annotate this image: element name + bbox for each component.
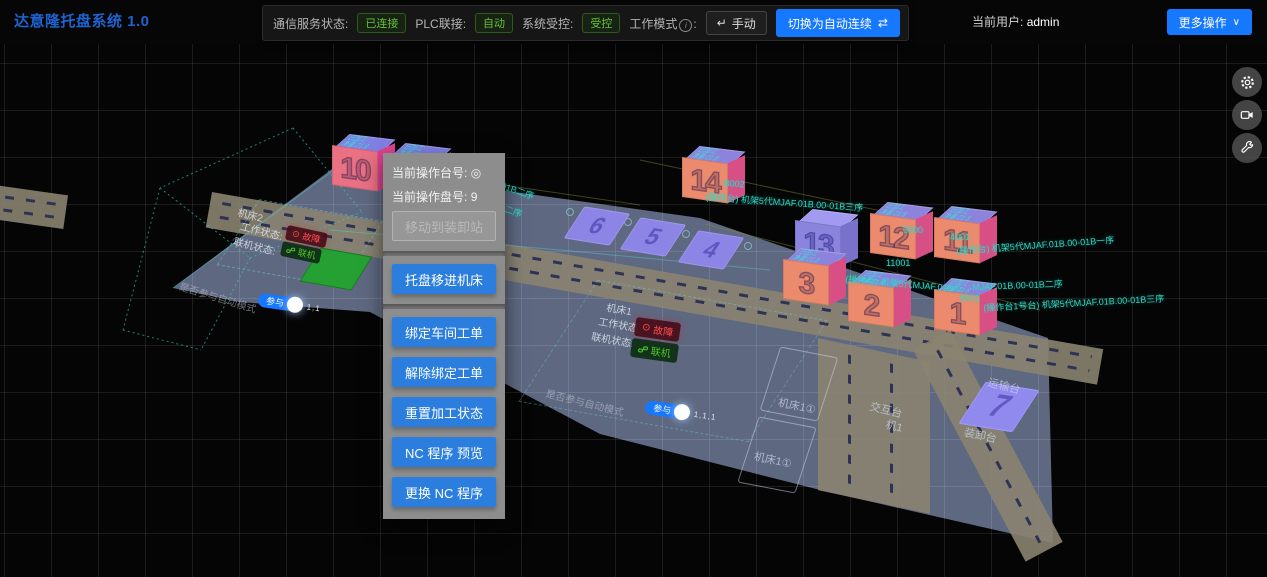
unbind-workorder-button[interactable]: 解除绑定工单 bbox=[392, 357, 496, 387]
work-order-label: 5000 bbox=[903, 225, 923, 235]
fault-icon: ⊙ bbox=[641, 322, 651, 334]
pallet-context-menu: 当前操作台号: ◎ 当前操作盘号: 9 移动到装卸站 托盘移进机床 绑定车间工单… bbox=[383, 153, 505, 519]
link-icon bbox=[285, 245, 296, 256]
pallet-number: 10 bbox=[332, 147, 378, 193]
status-bar: 通信服务状态: 已连接 PLC联接: 自动 系统受控: 受控 工作模式i: ↵ … bbox=[262, 5, 909, 41]
nc-program-preview-button[interactable]: NC 程序 预览 bbox=[392, 437, 496, 467]
work-order-label: 11001 bbox=[886, 258, 910, 268]
toggle-flags: 1,1 bbox=[306, 302, 321, 313]
station-value: ◎ bbox=[471, 166, 481, 180]
top-bar: 达意隆托盘系统 1.0 通信服务状态: 已连接 PLC联接: 自动 系统受控: … bbox=[0, 0, 1267, 44]
pallet-side-face bbox=[916, 211, 933, 259]
separator bbox=[383, 304, 505, 309]
work-mode-label: 工作模式i: bbox=[629, 15, 696, 32]
pallet-side-face bbox=[829, 257, 846, 305]
system-control-badge: 受控 bbox=[582, 13, 620, 33]
wrench-icon bbox=[1239, 140, 1255, 156]
fault-icon: ⊙ bbox=[291, 228, 301, 240]
plc-link-label: PLC联接: bbox=[415, 15, 466, 32]
camera-view-button[interactable] bbox=[1232, 100, 1262, 130]
pallet-side-face bbox=[980, 215, 997, 263]
work-order-label: 4001 bbox=[950, 232, 970, 242]
work-order-label: 8001 bbox=[960, 293, 980, 303]
camera-icon bbox=[1239, 107, 1255, 123]
system-control-label: 系统受控: bbox=[522, 15, 573, 32]
scene-viewport[interactable]: 6 5 4 7 已加工净重:21.8 10 已加工净重:21.8 9 已加工净重… bbox=[0, 44, 1267, 577]
settings-button[interactable] bbox=[1232, 67, 1262, 97]
toggle-flags: 1,1,1 bbox=[693, 409, 717, 421]
more-operations-button[interactable]: 更多操作 ∨ bbox=[1167, 9, 1252, 35]
toggle-knob[interactable] bbox=[286, 296, 304, 314]
switch-auto-continuous-button[interactable]: 切换为自动连续 ⇄ bbox=[776, 9, 900, 37]
pallet-number: 3 bbox=[783, 261, 829, 307]
bind-workorder-button[interactable]: 绑定车间工单 bbox=[392, 317, 496, 347]
work-order-label: (操作台1号台) 机架5代MJAF.01B.00-01B三序 bbox=[983, 292, 1164, 314]
manual-mode-button[interactable]: ↵ 手动 bbox=[706, 11, 767, 35]
comm-status-badge: 已连接 bbox=[357, 13, 406, 33]
replace-nc-program-button[interactable]: 更换 NC 程序 bbox=[392, 477, 496, 507]
pallet-number: 12 bbox=[870, 215, 916, 261]
pallet-value: 9 bbox=[471, 190, 478, 204]
switch-icon: ⇄ bbox=[878, 16, 888, 30]
pallet-cube-3[interactable]: 已加工净重:21.8 3 bbox=[783, 246, 849, 306]
current-pallet-row: 当前操作盘号: 9 bbox=[392, 187, 496, 211]
chevron-down-icon: ∨ bbox=[1233, 17, 1240, 28]
comm-status-label: 通信服务状态: bbox=[273, 15, 348, 32]
enter-key-icon: ↵ bbox=[717, 16, 727, 30]
pallet-into-machine-button[interactable]: 托盘移进机床 bbox=[392, 264, 496, 294]
link-icon bbox=[637, 343, 648, 354]
move-to-loading-station-button[interactable]: 移动到装卸站 bbox=[392, 211, 496, 241]
current-station-row: 当前操作台号: ◎ bbox=[392, 163, 496, 187]
pallet-number: 2 bbox=[848, 283, 894, 329]
info-icon: i bbox=[679, 19, 692, 32]
work-order-label: (操作台) 机架5代MJAF.01B.00-01B三序 bbox=[705, 190, 864, 214]
current-user: 当前用户: admin bbox=[972, 0, 1059, 44]
road-stub-left bbox=[0, 185, 68, 229]
gear-icon bbox=[1239, 74, 1256, 91]
separator bbox=[383, 251, 505, 256]
work-order-label: MJAF.01B.00-01B二序 bbox=[972, 277, 1063, 293]
reset-machining-state-button[interactable]: 重置加工状态 bbox=[392, 397, 496, 427]
plc-link-badge: 自动 bbox=[475, 13, 513, 33]
tools-button[interactable] bbox=[1232, 133, 1262, 163]
app-title: 达意隆托盘系统 1.0 bbox=[14, 0, 150, 44]
work-order-label: B002 bbox=[723, 178, 745, 189]
